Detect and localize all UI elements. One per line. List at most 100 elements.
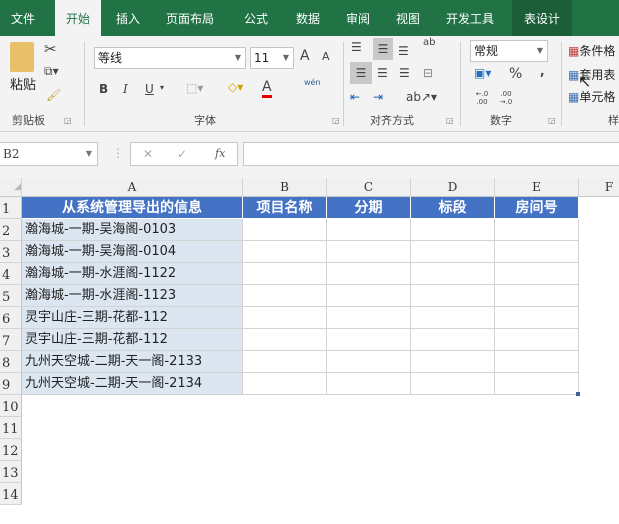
dialog-launcher-icon[interactable]: ◲ (446, 116, 454, 125)
empty-cell[interactable] (495, 263, 579, 285)
decrease-decimal-button[interactable]: .00 →.0 (496, 90, 516, 106)
header-cell[interactable]: 房间号 (495, 197, 579, 219)
empty-cell[interactable] (411, 307, 495, 329)
tab-table-design[interactable]: 表设计 (512, 0, 572, 36)
align-center-icon[interactable]: ☰ (377, 66, 388, 80)
accounting-format-icon[interactable]: ▣▾ (474, 66, 491, 80)
empty-cell[interactable] (411, 373, 495, 395)
decrease-indent-icon[interactable]: ⇤ (350, 90, 360, 104)
fill-color-icon[interactable]: ◇▾ (228, 80, 243, 94)
row-header-1[interactable]: 1 (0, 197, 22, 219)
name-box[interactable]: B2 ▼ (0, 142, 98, 166)
empty-cell[interactable] (243, 241, 327, 263)
align-right-icon[interactable]: ☰ (399, 66, 410, 80)
cut-icon[interactable]: ✂ (44, 40, 57, 58)
empty-cell[interactable] (411, 351, 495, 373)
empty-cell[interactable] (327, 307, 411, 329)
data-cell[interactable]: 九州天空城-二期-天一阁-2133 (22, 351, 243, 373)
row-header-3[interactable]: 3 (0, 241, 22, 263)
tab-developer[interactable]: 开发工具 (440, 0, 500, 36)
empty-cell[interactable] (495, 351, 579, 373)
cancel-button[interactable]: ✕ (143, 144, 153, 164)
empty-cell[interactable] (495, 329, 579, 351)
header-cell[interactable]: 标段 (411, 197, 495, 219)
row-header-4[interactable]: 4 (0, 263, 22, 285)
empty-cell[interactable] (495, 219, 579, 241)
number-format-select[interactable]: 常规 ▼ (470, 40, 548, 62)
wrap-text-button[interactable]: ab (423, 38, 435, 48)
empty-cell[interactable] (411, 241, 495, 263)
data-cell[interactable]: 瀚海城-一期-水涯阁-1122 (22, 263, 243, 285)
empty-cell[interactable] (327, 219, 411, 241)
data-cell[interactable]: 瀚海城-一期-水涯阁-1123 (22, 285, 243, 307)
border-icon[interactable]: ⬚▾ (186, 81, 203, 95)
empty-cell[interactable] (411, 263, 495, 285)
align-left-icon[interactable]: ☰ (350, 62, 372, 84)
format-painter-icon[interactable]: 🖌 (46, 88, 61, 102)
enter-button[interactable]: ✓ (177, 144, 187, 164)
header-cell[interactable]: 分期 (327, 197, 411, 219)
data-cell[interactable]: 瀚海城-一期-吴海阁-0104 (22, 241, 243, 263)
row-header-7[interactable]: 7 (0, 329, 22, 351)
row-header-11[interactable]: 11 (0, 417, 22, 439)
empty-cell[interactable] (243, 285, 327, 307)
tab-file[interactable]: 文件 (0, 0, 46, 36)
header-cell[interactable]: 项目名称 (243, 197, 327, 219)
row-header-14[interactable]: 14 (0, 483, 22, 505)
empty-cell[interactable] (411, 329, 495, 351)
column-header-C[interactable]: C (327, 178, 411, 197)
empty-cell[interactable] (411, 219, 495, 241)
increase-indent-icon[interactable]: ⇥ (373, 90, 383, 104)
header-cell[interactable]: 从系统管理导出的信息 (22, 197, 243, 219)
italic-button[interactable]: I (123, 82, 128, 96)
table-resize-handle[interactable] (576, 392, 580, 396)
data-cell[interactable]: 灵宇山庄-三期-花都-112 (22, 329, 243, 351)
empty-cell[interactable] (495, 285, 579, 307)
insert-function-button[interactable]: fx (215, 144, 225, 164)
paste-button[interactable]: 粘贴 (10, 74, 36, 93)
underline-button[interactable]: U (145, 82, 154, 96)
row-header-5[interactable]: 5 (0, 285, 22, 307)
row-header-9[interactable]: 9 (0, 373, 22, 395)
row-header-2[interactable]: 2 (0, 219, 22, 241)
chevron-down-icon[interactable]: ▾ (160, 83, 164, 92)
cell-styles-button[interactable]: ▦单元格 (568, 88, 615, 105)
column-header-E[interactable]: E (495, 178, 579, 197)
grow-font-button[interactable]: A (300, 48, 310, 64)
increase-decimal-button[interactable]: ←.0 .00 (472, 90, 492, 106)
tab-data[interactable]: 数据 (286, 0, 330, 36)
tab-review[interactable]: 审阅 (338, 0, 378, 36)
format-as-table-button[interactable]: ▦套用表 (568, 66, 615, 83)
empty-cell[interactable] (327, 351, 411, 373)
row-header-13[interactable]: 13 (0, 461, 22, 483)
data-cell[interactable]: 瀚海城-一期-吴海阁-0103 (22, 219, 243, 241)
empty-cell[interactable] (411, 285, 495, 307)
align-middle-icon[interactable]: ☰ (373, 38, 393, 60)
tab-formulas[interactable]: 公式 (234, 0, 278, 36)
empty-cell[interactable] (243, 219, 327, 241)
empty-cell[interactable] (327, 329, 411, 351)
tab-home[interactable]: 开始 (55, 0, 101, 36)
empty-cell[interactable] (327, 241, 411, 263)
font-name-select[interactable]: 等线 ▼ (94, 47, 246, 69)
empty-cell[interactable] (243, 307, 327, 329)
data-cell[interactable]: 灵宇山庄-三期-花都-112 (22, 307, 243, 329)
empty-cell[interactable] (327, 373, 411, 395)
font-color-button[interactable]: A (262, 80, 272, 98)
select-all-button[interactable]: ◢ (0, 178, 22, 197)
row-header-10[interactable]: 10 (0, 395, 22, 417)
column-header-F[interactable]: F (579, 178, 619, 197)
data-cell[interactable]: 九州天空城-二期-天一阁-2134 (22, 373, 243, 395)
empty-cell[interactable] (243, 351, 327, 373)
percent-button[interactable]: % (509, 66, 522, 82)
phonetic-button[interactable]: wén (304, 78, 321, 87)
shrink-font-button[interactable]: A (322, 50, 330, 63)
conditional-formatting-button[interactable]: ▦条件格 (568, 42, 615, 59)
tab-insert[interactable]: 插入 (106, 0, 150, 36)
bold-button[interactable]: B (99, 82, 108, 96)
row-header-12[interactable]: 12 (0, 439, 22, 461)
empty-cell[interactable] (243, 329, 327, 351)
dialog-launcher-icon[interactable]: ◲ (64, 116, 72, 125)
formula-input[interactable] (243, 142, 619, 166)
tab-view[interactable]: 视图 (388, 0, 428, 36)
